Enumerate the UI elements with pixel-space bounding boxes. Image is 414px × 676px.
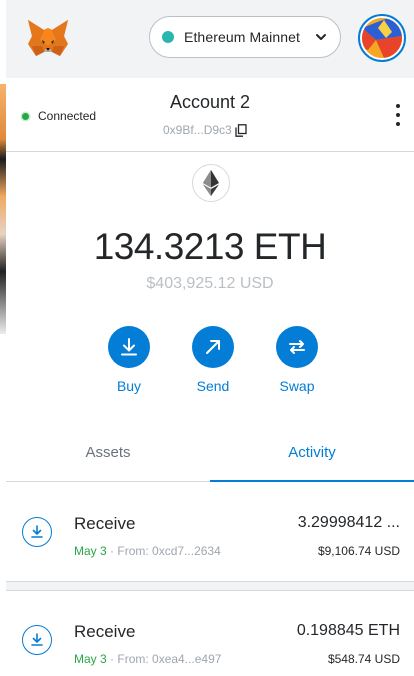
transaction-fiat: $548.74 USD [327, 652, 400, 666]
tab-activity[interactable]: Activity [210, 430, 414, 482]
transaction-from: From: 0xcd7...2634 [117, 544, 221, 558]
receive-icon [22, 517, 52, 547]
transaction-subtitle: May 3 · From: 0xcd7...2634 [74, 544, 221, 558]
wallet-actions: Buy Send Swap [106, 326, 320, 394]
swap-label: Swap [279, 378, 315, 394]
kebab-dot [396, 104, 400, 108]
transaction-list-item[interactable]: Receive May 3 · From: 0xea4...e497 0.198… [6, 591, 414, 676]
tab-bar: Assets Activity [6, 430, 414, 482]
send-label: Send [196, 378, 230, 394]
token-balance: 134.3213 ETH [93, 226, 327, 267]
chevron-down-icon [316, 34, 326, 40]
connected-dot-icon [22, 112, 29, 120]
account-header: Connected Account 2 0x9Bf...D9c3 [6, 78, 414, 152]
transaction-type: Receive [74, 622, 136, 641]
account-address[interactable]: 0x9Bf...D9c3 [163, 123, 247, 137]
buy-button[interactable]: Buy [106, 326, 152, 394]
swap-button[interactable]: Swap [274, 326, 320, 394]
account-name: Account 2 [169, 92, 251, 112]
transaction-amount: 3.29998412 ... [297, 514, 400, 531]
app-header: Ethereum Mainnet [6, 0, 414, 78]
buy-label: Buy [116, 378, 142, 394]
ethereum-logo-icon [192, 164, 230, 202]
network-selector[interactable]: Ethereum Mainnet [149, 16, 341, 58]
tab-assets[interactable]: Assets [6, 430, 210, 481]
transaction-list-item[interactable]: Receive May 3 · From: 0xcd7...2634 3.299… [6, 483, 414, 581]
transaction-from: From: 0xea4...e497 [117, 652, 222, 666]
download-icon [108, 326, 150, 368]
wallet-overview: Connected Account 2 0x9Bf...D9c3 134.321… [6, 78, 414, 676]
transaction-date: May 3 [74, 544, 107, 558]
network-name: Ethereum Mainnet [184, 29, 300, 45]
account-avatar[interactable] [358, 14, 406, 62]
copy-icon [235, 123, 247, 137]
metamask-fox-logo-icon[interactable] [26, 18, 70, 58]
kebab-dot [396, 122, 400, 126]
transaction-date: May 3 [74, 652, 107, 666]
transaction-subtitle: May 3 · From: 0xea4...e497 [74, 652, 221, 666]
transaction-fiat: $9,106.74 USD [317, 544, 400, 558]
swap-icon [276, 326, 318, 368]
receive-icon [22, 625, 52, 655]
send-button[interactable]: Send [190, 326, 236, 394]
transaction-type: Receive [74, 514, 136, 533]
account-options-menu-button[interactable] [394, 104, 402, 126]
list-divider [6, 581, 414, 591]
transaction-amount: 0.198845 ETH [296, 622, 400, 639]
fiat-balance: $403,925.12 USD [146, 275, 274, 292]
identicon [362, 18, 402, 58]
kebab-dot [396, 113, 400, 117]
arrow-up-right-icon [192, 326, 234, 368]
account-address-text: 0x9Bf...D9c3 [163, 123, 232, 137]
network-status-dot [162, 31, 174, 43]
